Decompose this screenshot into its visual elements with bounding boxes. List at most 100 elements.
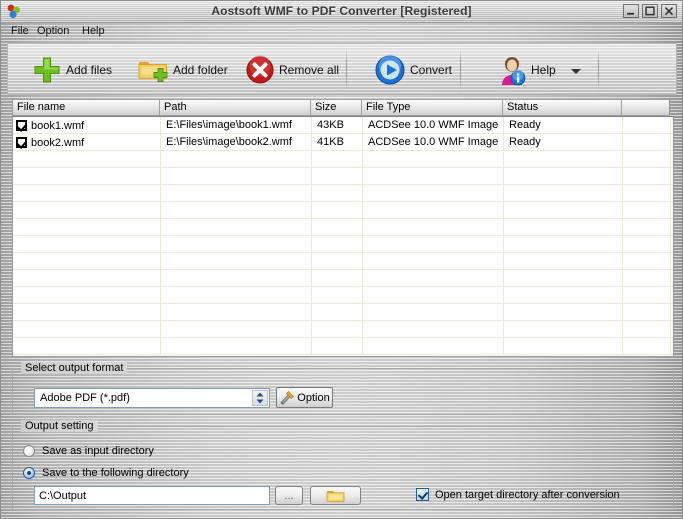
cell-empty [13, 236, 161, 253]
cell-empty [363, 338, 504, 355]
table-row-empty[interactable] [13, 321, 673, 338]
maximize-button[interactable] [642, 4, 658, 18]
row-checkbox[interactable] [16, 120, 27, 131]
table-row[interactable]: book1.wmf E:\Files\image\book1.wmf 43KB … [13, 117, 673, 134]
cell-empty [13, 151, 161, 168]
column-header-size[interactable]: Size [310, 99, 362, 116]
cell-empty [623, 168, 671, 185]
browse-ellipsis-button[interactable]: ... [275, 486, 303, 505]
radio-icon-off[interactable] [23, 445, 35, 457]
cell-extra [623, 117, 671, 134]
table-row-empty[interactable] [13, 219, 673, 236]
table-row-empty[interactable] [13, 287, 673, 304]
column-header-file-name[interactable]: File name [12, 99, 160, 116]
help-button[interactable]: Help [493, 49, 560, 91]
table-row-empty[interactable] [13, 236, 673, 253]
column-header-file-type[interactable]: File Type [361, 99, 503, 116]
chevron-down-icon[interactable] [571, 69, 581, 74]
cell-empty [504, 151, 623, 168]
add-files-button[interactable]: Add files [28, 49, 116, 91]
close-button[interactable] [661, 4, 677, 18]
output-setting-group-title: Output setting [21, 420, 98, 432]
cell-empty [13, 321, 161, 338]
cell-path: E:\Files\image\book2.wmf [161, 134, 312, 151]
row-checkbox[interactable] [16, 137, 27, 148]
checkbox-icon-checked[interactable] [416, 488, 429, 501]
spinner-arrows-icon[interactable] [252, 390, 268, 406]
cell-empty [312, 338, 363, 355]
cell-empty [13, 168, 161, 185]
table-row-empty[interactable] [13, 185, 673, 202]
table-row-empty[interactable] [13, 270, 673, 287]
option-button[interactable]: Option [276, 387, 333, 408]
cell-empty [312, 185, 363, 202]
cell-empty [161, 253, 312, 270]
column-header-path[interactable]: Path [159, 99, 311, 116]
output-path-input[interactable] [34, 486, 270, 505]
cell-status: Ready [504, 117, 623, 134]
open-folder-icon [326, 491, 344, 502]
menu-item-file[interactable]: File [6, 24, 34, 38]
cell-empty [504, 168, 623, 185]
cell-empty [312, 304, 363, 321]
open-target-directory-checkbox[interactable]: Open target directory after conversion [416, 488, 620, 501]
application-window: Aostsoft WMF to PDF Converter [Registere… [0, 0, 683, 519]
cell-empty [13, 202, 161, 219]
cell-empty [623, 202, 671, 219]
help-label: Help [531, 63, 556, 77]
cell-empty [13, 338, 161, 355]
radio-icon-on[interactable] [23, 467, 35, 479]
file-list-body[interactable]: book1.wmf E:\Files\image\book1.wmf 43KB … [12, 116, 674, 357]
table-row-empty[interactable] [13, 338, 673, 355]
cell-size: 43KB [312, 117, 363, 134]
toolbar-separator-2 [460, 50, 461, 90]
cell-empty [312, 151, 363, 168]
cell-empty [13, 270, 161, 287]
cell-empty [13, 253, 161, 270]
remove-all-label: Remove all [279, 63, 340, 77]
open-folder-button[interactable] [310, 486, 361, 505]
cell-empty [363, 185, 504, 202]
output-format-group-title: Select output format [21, 362, 128, 374]
table-row[interactable]: book2.wmf E:\Files\image\book2.wmf 41KB … [13, 134, 673, 151]
cell-empty [161, 185, 312, 202]
cell-empty [504, 219, 623, 236]
toolbar: Add files Add folder Remove all Convert … [7, 43, 677, 95]
add-folder-button[interactable]: Add folder [133, 49, 232, 91]
cell-empty [363, 236, 504, 253]
table-row-empty[interactable] [13, 151, 673, 168]
cell-extra [623, 134, 671, 151]
cell-empty [504, 304, 623, 321]
cell-empty [13, 219, 161, 236]
output-format-select[interactable]: Adobe PDF (*.pdf) [34, 388, 270, 408]
convert-button[interactable]: Convert [370, 49, 456, 91]
cell-empty [504, 202, 623, 219]
radio-save-as-input-directory[interactable]: Save as input directory [23, 445, 154, 457]
table-row-empty[interactable] [13, 304, 673, 321]
cell-size: 41KB [312, 134, 363, 151]
cell-empty [623, 219, 671, 236]
menu-item-help[interactable]: Help [77, 24, 110, 38]
cell-empty [363, 253, 504, 270]
cell-empty [623, 321, 671, 338]
cell-empty [161, 236, 312, 253]
remove-all-button[interactable]: Remove all [241, 49, 343, 91]
cell-empty [312, 253, 363, 270]
radio-save-as-input-directory-label: Save as input directory [42, 445, 154, 457]
cell-empty [363, 202, 504, 219]
output-format-value: Adobe PDF (*.pdf) [40, 392, 130, 404]
menu-item-option[interactable]: Option [32, 24, 74, 38]
column-header-extra[interactable] [621, 99, 670, 116]
radio-save-to-following-directory[interactable]: Save to the following directory [23, 467, 189, 479]
file-list-header: File name Path Size File Type Status [12, 99, 674, 116]
cell-empty [363, 304, 504, 321]
minimize-button[interactable] [623, 4, 639, 18]
column-header-status[interactable]: Status [502, 99, 622, 116]
table-row-empty[interactable] [13, 202, 673, 219]
cell-empty [13, 304, 161, 321]
table-row-empty[interactable] [13, 253, 673, 270]
cell-empty [312, 321, 363, 338]
cell-empty [161, 202, 312, 219]
cell-empty [504, 338, 623, 355]
table-row-empty[interactable] [13, 168, 673, 185]
